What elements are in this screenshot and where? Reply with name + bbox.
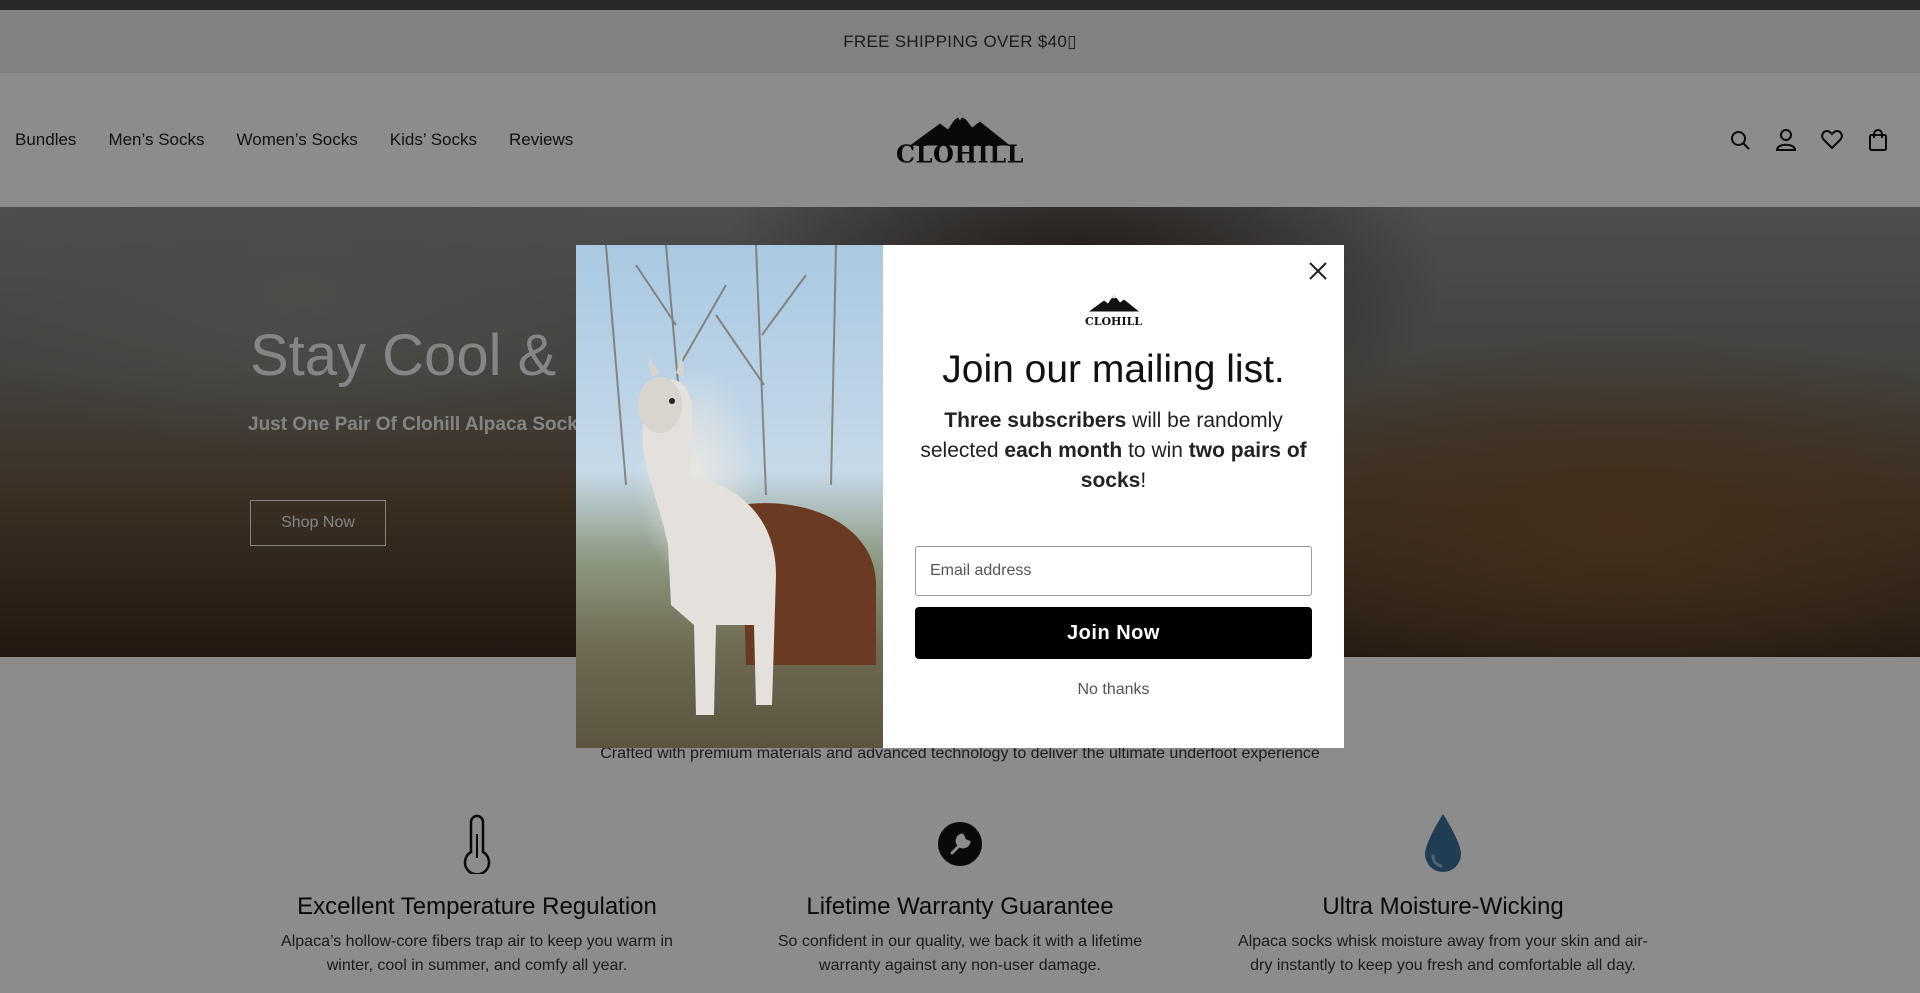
modal-description: Three subscribers will be randomly selec…: [914, 406, 1314, 496]
modal-brand-logo: CLOHILL: [883, 293, 1344, 328]
email-field[interactable]: [915, 546, 1312, 596]
desc-text-2: to win: [1122, 439, 1189, 462]
modal-brand-wordmark: CLOHILL: [1084, 315, 1143, 328]
modal-content: CLOHILL Join our mailing list. Three sub…: [883, 245, 1344, 748]
modal-title: Join our mailing list.: [942, 348, 1285, 391]
newsletter-modal: CLOHILL Join our mailing list. Three sub…: [576, 245, 1344, 748]
desc-text-3: !: [1140, 469, 1147, 492]
mountain-icon: [1088, 294, 1139, 312]
no-thanks-link[interactable]: No thanks: [883, 681, 1344, 699]
close-icon[interactable]: [1304, 257, 1332, 285]
alpaca-illustration: [605, 245, 876, 715]
desc-bold-1: Three subscribers: [944, 409, 1127, 432]
alpaca-photo: [576, 245, 883, 748]
join-now-button[interactable]: Join Now: [915, 607, 1312, 659]
desc-bold-2: each month: [1004, 439, 1123, 462]
